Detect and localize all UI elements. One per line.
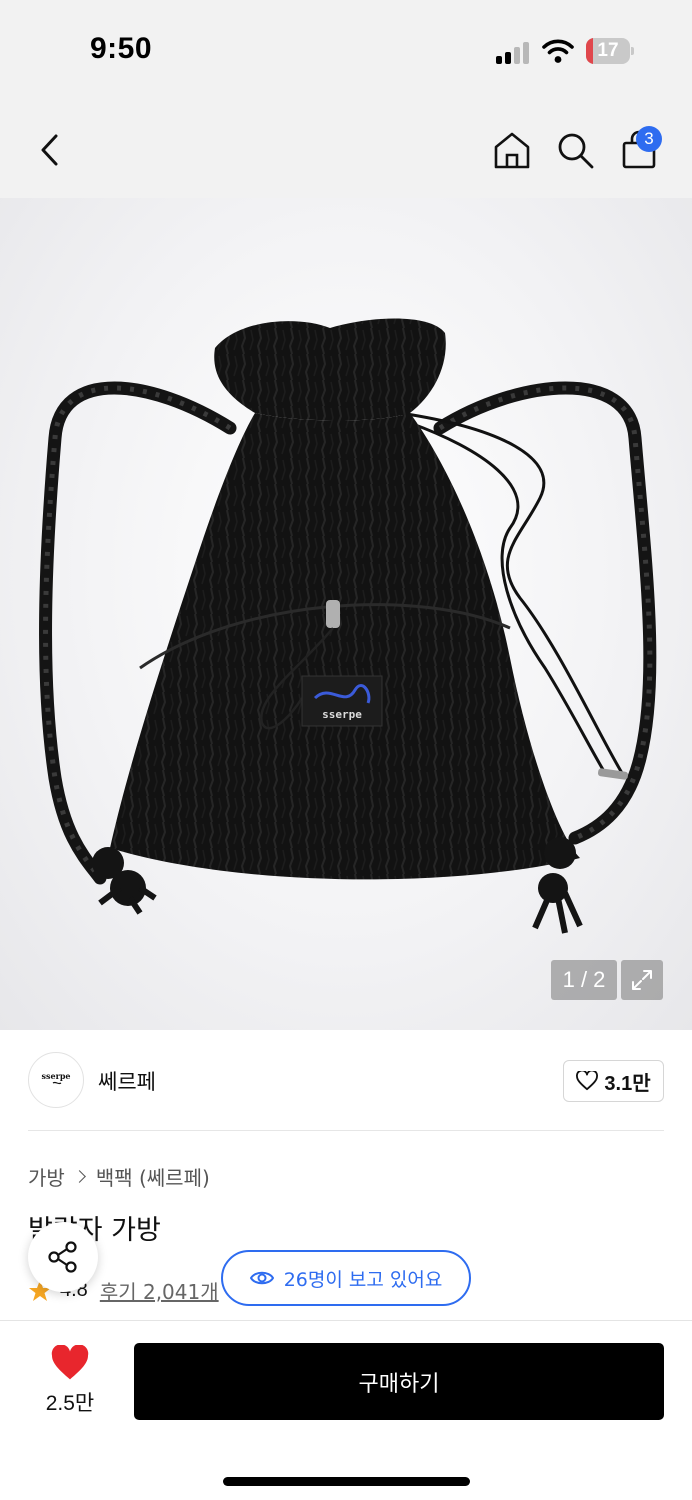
breadcrumb: 가방 백팩 (쎄르페) (28, 1162, 210, 1191)
cart-count-badge: 3 (636, 126, 662, 152)
brand-name[interactable]: 쎄르페 (98, 1066, 156, 1096)
buy-button[interactable]: 구매하기 (134, 1343, 664, 1420)
home-button[interactable] (490, 128, 534, 172)
product-image-carousel[interactable]: sserpe 1 / 2 (0, 198, 692, 1030)
battery-icon: 17 (586, 38, 634, 64)
cellular-signal-icon (496, 40, 532, 64)
expand-image-button[interactable] (621, 960, 663, 1000)
review-count-link[interactable]: 후기 2,041개 (100, 1276, 219, 1305)
bottom-purchase-bar: 2.5만 구매하기 (0, 1320, 692, 1500)
brand-logo-mark: sserpe (42, 1071, 71, 1085)
expand-icon (632, 970, 652, 990)
live-viewers-text: 26명이 보고 있어요 (283, 1268, 443, 1291)
battery-level: 17 (597, 40, 619, 61)
top-nav-bar (0, 100, 692, 198)
wishlist-button[interactable] (50, 1344, 90, 1381)
heart-outline-icon (576, 1071, 599, 1091)
share-icon (48, 1241, 77, 1273)
status-time: 9:50 (90, 32, 153, 65)
heart-filled-icon (51, 1344, 89, 1380)
drawstring-backpack-photo: sserpe (39, 318, 657, 934)
share-button[interactable] (28, 1222, 98, 1292)
status-bar: 9:50 17 (0, 0, 692, 100)
live-viewers-badge: 26명이 보고 있어요 (221, 1250, 471, 1306)
svg-text:sserpe: sserpe (322, 708, 362, 721)
brand-logo[interactable]: sserpe (28, 1052, 84, 1108)
wishlist-count: 2.5만 (45, 1392, 95, 1415)
back-button[interactable] (28, 128, 72, 172)
search-button[interactable] (553, 128, 597, 172)
svg-text:sserpe: sserpe (42, 1071, 71, 1081)
breadcrumb-chevron-icon (72, 1170, 86, 1183)
chevron-left-icon (41, 134, 58, 166)
divider (28, 1130, 664, 1131)
breadcrumb-category[interactable]: 가방 (28, 1162, 65, 1191)
brand-row[interactable]: sserpe 쎄르페 3.1만 (0, 1030, 692, 1130)
image-counter: 1 / 2 (551, 960, 617, 1000)
search-icon (558, 133, 594, 169)
wifi-icon (542, 38, 574, 64)
breadcrumb-subcategory[interactable]: 백팩 (쎄르페) (96, 1162, 210, 1191)
brand-like-button[interactable]: 3.1만 (563, 1060, 664, 1102)
brand-like-count: 3.1만 (604, 1072, 651, 1095)
home-indicator (223, 1477, 470, 1486)
eye-icon (249, 1271, 274, 1285)
home-icon (494, 132, 530, 169)
